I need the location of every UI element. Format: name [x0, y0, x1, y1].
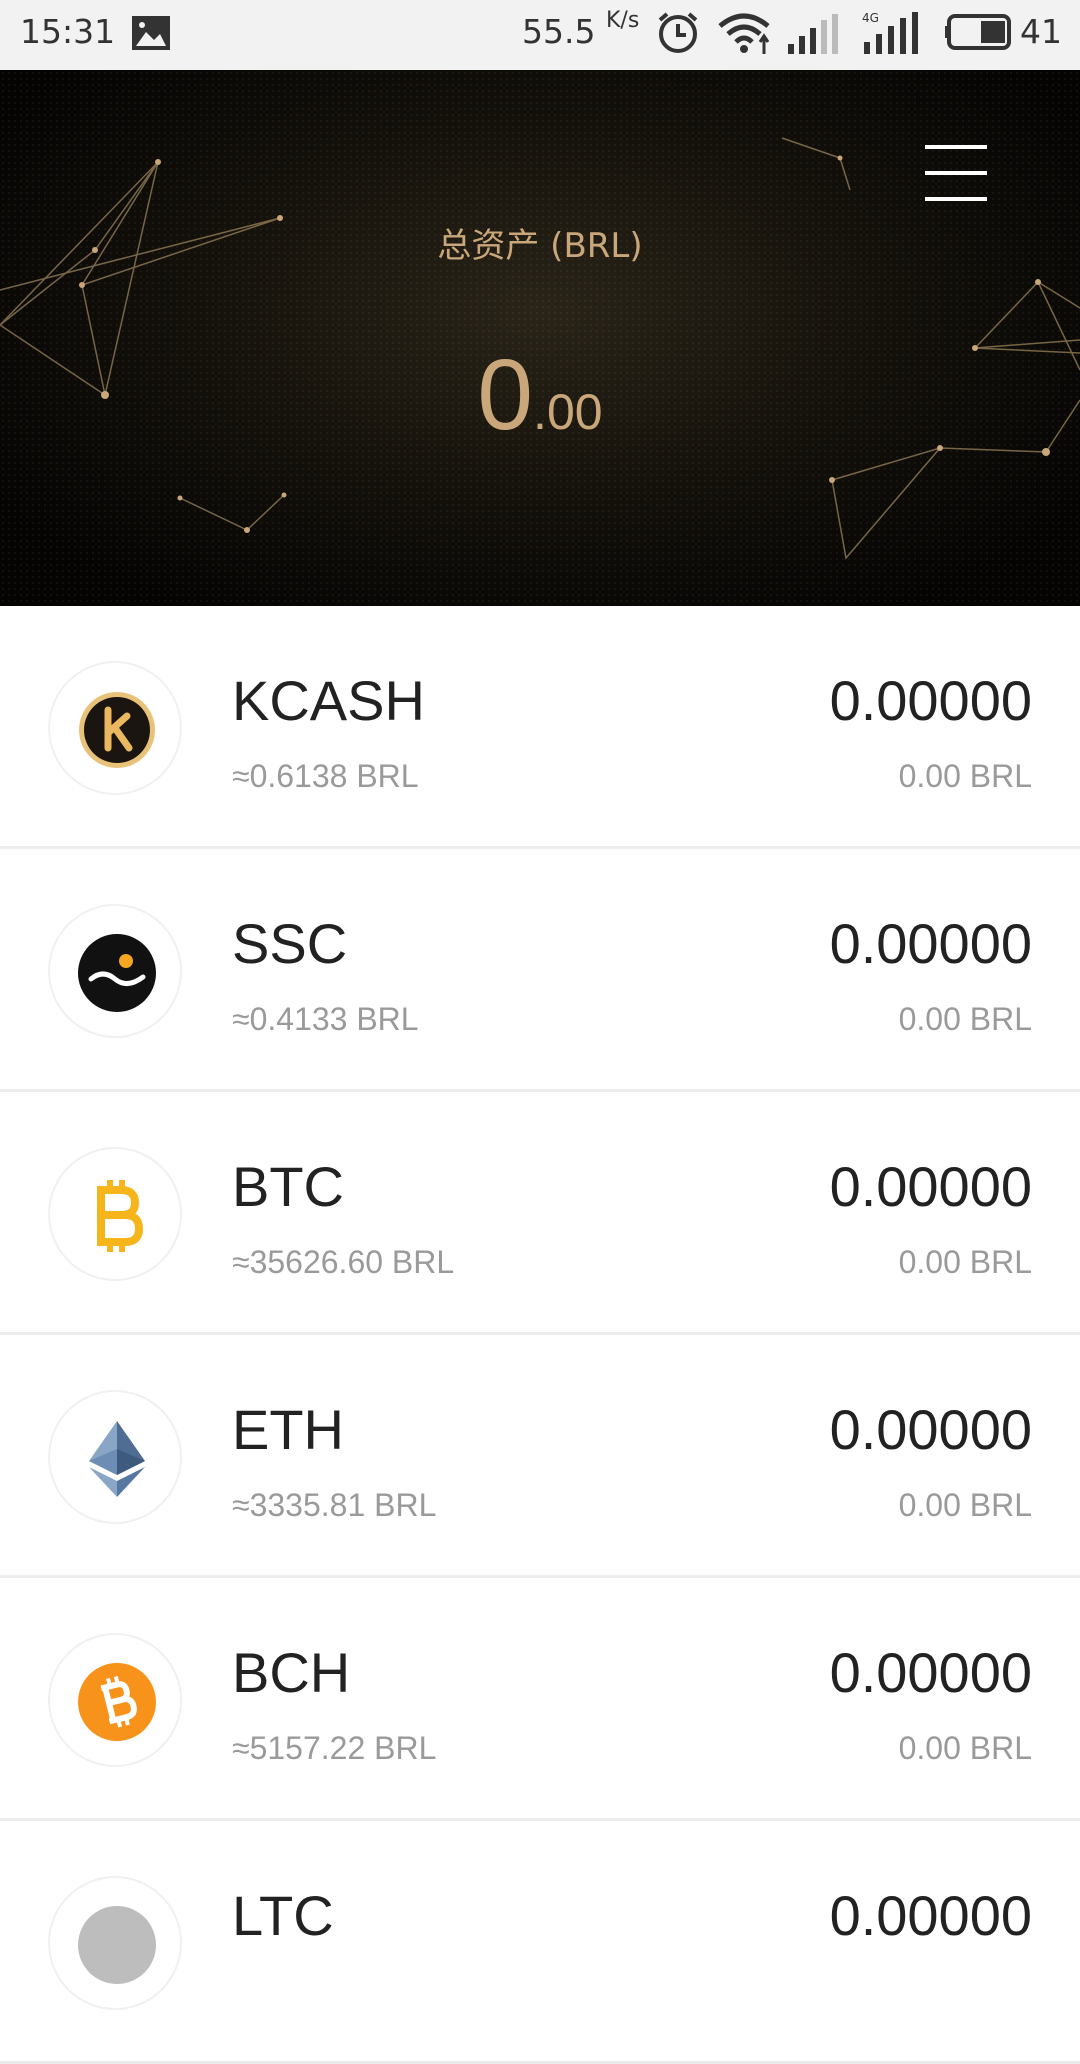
asset-price: ≈0.6138 BRL — [232, 758, 419, 794]
asset-value: 0.00 BRL — [898, 1487, 1032, 1523]
asset-symbol: SSC — [232, 912, 348, 975]
network-speed: 55.5 K/s — [522, 8, 640, 51]
asset-row-ltc[interactable]: LTC 0.00000 — [0, 1821, 1080, 2064]
asset-row-bch[interactable]: BCH ≈5157.22 BRL 0.00000 0.00 BRL — [0, 1578, 1080, 1821]
asset-price: ≈5157.22 BRL — [232, 1730, 437, 1766]
asset-balance: 0.00000 — [829, 1884, 1032, 1947]
battery-icon — [945, 14, 1011, 50]
asset-price: ≈0.4133 BRL — [232, 1001, 419, 1037]
total-amount-decimal: .00 — [533, 384, 603, 440]
asset-price: ≈3335.81 BRL — [232, 1487, 437, 1523]
wifi-icon — [718, 13, 770, 54]
asset-symbol: BCH — [232, 1641, 351, 1704]
svg-text:4G: 4G — [862, 11, 879, 25]
asset-price: ≈35626.60 BRL — [232, 1244, 455, 1280]
asset-row-eth[interactable]: ETH ≈3335.81 BRL 0.00000 0.00 BRL — [0, 1335, 1080, 1578]
eth-icon — [89, 1421, 145, 1497]
asset-balance: 0.00000 — [829, 912, 1032, 975]
menu-button[interactable] — [925, 145, 987, 201]
ltc-icon — [78, 1906, 156, 1984]
btc-icon — [97, 1180, 143, 1252]
asset-list: KCASH ≈0.6138 BRL 0.00000 0.00 BRL SSC ≈… — [0, 606, 1080, 2064]
signal-icon — [788, 14, 838, 54]
status-time: 15:31 — [20, 12, 116, 51]
total-amount-integer: 0 — [477, 339, 534, 451]
asset-symbol: KCASH — [232, 669, 425, 732]
hamburger-menu-icon — [925, 145, 987, 149]
gallery-icon — [132, 16, 170, 50]
total-assets-label: 总资产 (BRL) — [437, 226, 643, 266]
asset-row-ssc[interactable]: SSC ≈0.4133 BRL 0.00000 0.00 BRL — [0, 849, 1080, 1092]
battery-percent: 41 — [1020, 12, 1062, 51]
ssc-icon — [78, 934, 156, 1012]
asset-value: 0.00 BRL — [898, 758, 1032, 794]
asset-balance: 0.00000 — [829, 1398, 1032, 1461]
asset-value: 0.00 BRL — [898, 1244, 1032, 1280]
asset-balance: 0.00000 — [829, 1641, 1032, 1704]
asset-symbol: LTC — [232, 1884, 334, 1947]
asset-balance: 0.00000 — [829, 1155, 1032, 1218]
asset-row-btc[interactable]: BTC ≈35626.60 BRL 0.00000 0.00 BRL — [0, 1092, 1080, 1335]
bch-icon — [78, 1663, 156, 1741]
kcash-icon — [79, 692, 155, 768]
total-assets-amount: 0.00 — [0, 338, 1080, 453]
asset-row-kcash[interactable]: KCASH ≈0.6138 BRL 0.00000 0.00 BRL — [0, 606, 1080, 849]
asset-balance: 0.00000 — [829, 669, 1032, 732]
asset-value: 0.00 BRL — [898, 1001, 1032, 1037]
total-assets-header: 总资产 (BRL) 0.00 — [0, 70, 1080, 606]
status-bar: 15:31 55.5 K/s 4G 41 — [0, 0, 1080, 70]
asset-value: 0.00 BRL — [898, 1730, 1032, 1766]
alarm-icon — [658, 12, 698, 53]
asset-symbol: ETH — [232, 1398, 344, 1461]
4g-signal-icon: 4G — [862, 11, 918, 54]
asset-symbol: BTC — [232, 1155, 344, 1218]
